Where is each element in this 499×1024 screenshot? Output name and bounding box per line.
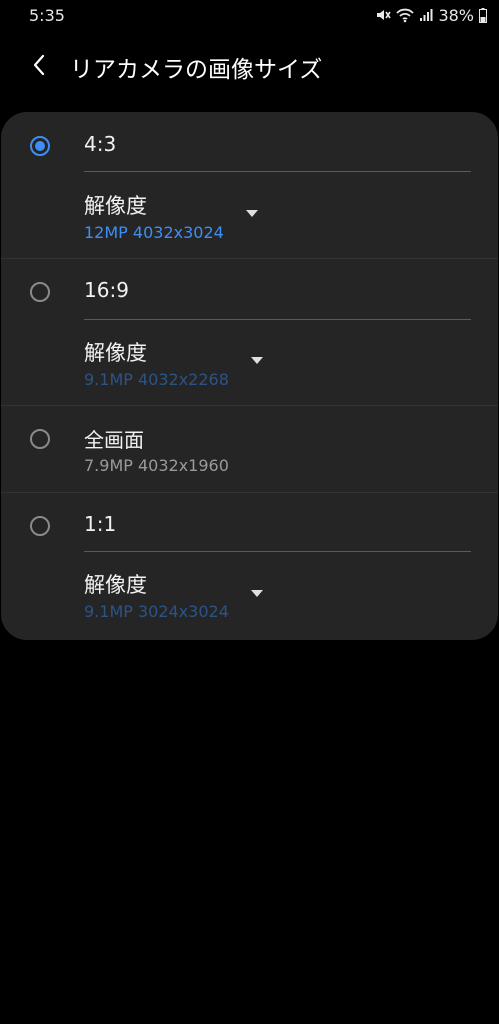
resolution-value: 9.1MP 4032x2268 <box>84 370 229 389</box>
dropdown-arrow-icon[interactable] <box>246 210 258 217</box>
radio-4-3[interactable] <box>30 136 50 156</box>
divider <box>84 319 471 320</box>
battery-percent: 38% <box>438 5 474 25</box>
option-subtitle: 7.9MP 4032x1960 <box>84 456 229 475</box>
option-label: 全画面 <box>84 428 144 452</box>
dropdown-arrow-icon[interactable] <box>251 357 263 364</box>
option-1-1[interactable]: 1:1 解像度 9.1MP 3024x3024 <box>1 493 498 639</box>
size-options-card: 4:3 解像度 12MP 4032x3024 16:9 解像度 9.1MP 40… <box>1 112 498 640</box>
option-16-9[interactable]: 16:9 解像度 9.1MP 4032x2268 <box>1 259 498 405</box>
radio-full-screen[interactable] <box>30 429 50 449</box>
mute-icon <box>375 7 392 23</box>
resolution-value: 9.1MP 3024x3024 <box>84 602 229 621</box>
resolution-label[interactable]: 解像度 <box>84 190 147 220</box>
signal-icon <box>419 8 433 22</box>
status-bar: 5:35 38% <box>0 0 499 30</box>
battery-icon <box>479 7 487 23</box>
resolution-label[interactable]: 解像度 <box>84 569 147 599</box>
chevron-left-icon[interactable] <box>26 52 52 78</box>
option-4-3[interactable]: 4:3 解像度 12MP 4032x3024 <box>1 112 498 258</box>
app-bar: リアカメラの画像サイズ <box>0 40 499 90</box>
status-icons: 38% <box>375 5 487 25</box>
divider <box>84 551 471 552</box>
dropdown-arrow-icon[interactable] <box>251 590 263 597</box>
resolution-value: 12MP 4032x3024 <box>84 223 224 242</box>
status-time: 5:35 <box>29 6 65 25</box>
page-title: リアカメラの画像サイズ <box>70 57 323 83</box>
wifi-icon <box>396 7 415 23</box>
radio-1-1[interactable] <box>30 516 50 536</box>
resolution-label[interactable]: 解像度 <box>84 337 147 367</box>
option-full-screen[interactable]: 全画面 7.9MP 4032x1960 <box>1 406 498 492</box>
option-label: 4:3 <box>84 132 117 156</box>
radio-16-9[interactable] <box>30 282 50 302</box>
divider <box>84 171 471 172</box>
option-label: 1:1 <box>84 512 117 536</box>
option-label: 16:9 <box>84 278 129 302</box>
